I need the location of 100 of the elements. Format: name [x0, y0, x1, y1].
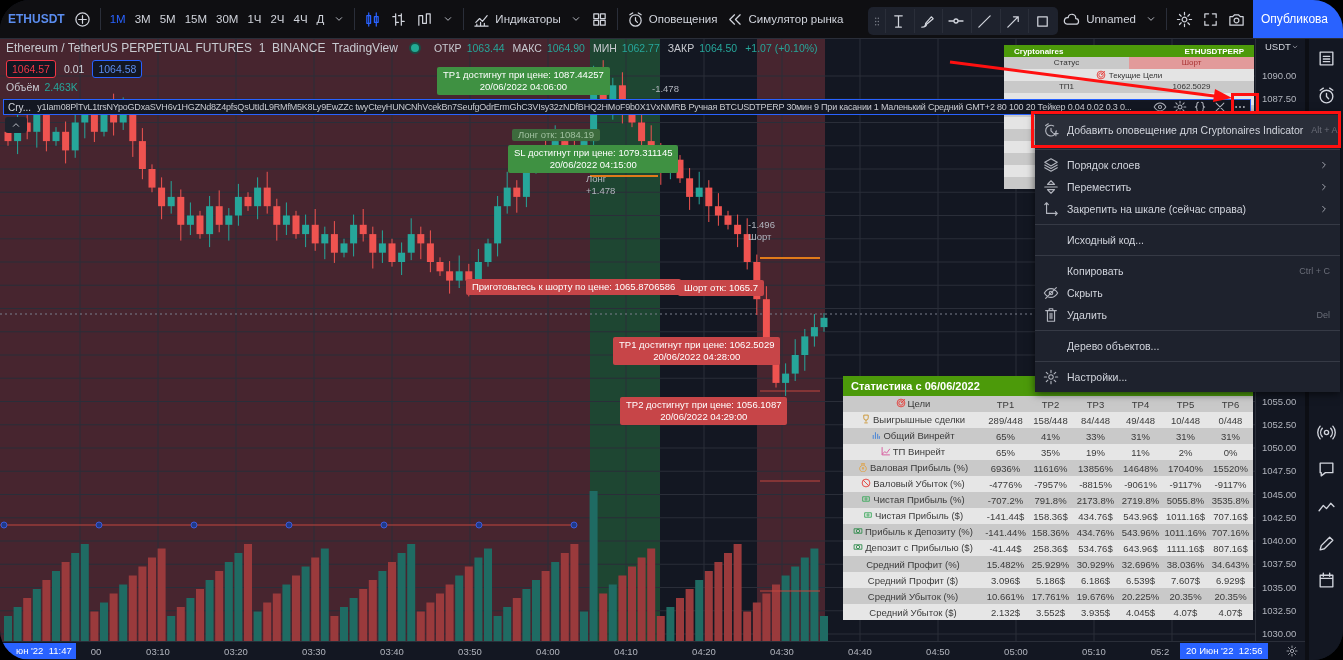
column-header: Цели: [907, 397, 931, 409]
table-cell: 1111.16$: [1163, 540, 1208, 556]
replay-button[interactable]: Симулятор рынка: [726, 10, 844, 28]
entry-line: [759, 257, 821, 259]
interval-tab[interactable]: 4Ч: [293, 13, 308, 25]
table-cell: 3535.8%: [1208, 492, 1253, 508]
buy-button[interactable]: 1064.58: [92, 60, 143, 78]
table-cell: 434.76%: [1073, 524, 1118, 540]
table-cell: 158/448: [1028, 412, 1073, 428]
table-cell: 6.186$: [1073, 572, 1118, 588]
menu-item[interactable]: Закрепить на шкале (сейчас справа): [1035, 198, 1340, 220]
fullscreen-icon[interactable]: [1202, 10, 1219, 28]
table-cell: 258.36$: [1028, 540, 1073, 556]
table-cell: 1011.16$: [1163, 508, 1208, 524]
calendar-icon[interactable]: [1316, 571, 1336, 590]
table-cell: -4776%: [983, 476, 1028, 492]
table-cell: 20.35%: [1163, 588, 1208, 604]
settings-icon[interactable]: [1173, 100, 1187, 114]
broadcast-icon[interactable]: [1316, 423, 1336, 442]
layout-name-button[interactable]: Unnamed: [1061, 10, 1136, 28]
banknote-icon: [853, 542, 864, 553]
table-cell: -41.44$: [983, 540, 1028, 556]
time-label: 04:50: [926, 646, 950, 657]
layout-grid-icon[interactable]: [590, 10, 608, 28]
table-cell: -9061%: [1118, 476, 1163, 492]
alarm-clock-icon[interactable]: [1316, 86, 1336, 105]
table-cell: 11%: [1118, 444, 1163, 460]
menu-item[interactable]: Исходный код...: [1035, 229, 1340, 251]
bar-chart-icon[interactable]: [390, 10, 408, 28]
add-symbol-icon[interactable]: [73, 10, 91, 28]
symbol-button[interactable]: ETHUSDT: [8, 12, 65, 26]
table-cell: 2719.8%: [1118, 492, 1163, 508]
interval-tab[interactable]: 2Ч: [270, 13, 285, 25]
interval-tab[interactable]: 30М: [216, 13, 239, 25]
menu-item[interactable]: Дерево объектов...: [1035, 335, 1340, 357]
row-label: Средний Профит (%): [866, 558, 960, 570]
eye-icon[interactable]: [1153, 100, 1167, 114]
close-icon[interactable]: [1213, 100, 1227, 114]
table-cell: 0/448: [1208, 412, 1253, 428]
no-entry-icon: [861, 478, 872, 489]
price-label: 1032.50: [1262, 604, 1297, 616]
alerts-button[interactable]: Оповещения: [626, 10, 718, 28]
table-symbol: ETHUSDTPERP: [1184, 46, 1244, 56]
watchlist-icon[interactable]: [1316, 49, 1336, 68]
table-cell: -9117%: [1163, 476, 1208, 492]
scale-pin-icon: [1043, 201, 1059, 217]
interval-tab[interactable]: 15М: [184, 13, 207, 25]
time-label: 05:00: [1004, 646, 1028, 657]
interval-tab[interactable]: Д: [316, 13, 325, 25]
table-cell: 2173.8%: [1073, 492, 1118, 508]
signal-label: TP1 достигнут при цене: 1062.5029 20/06/2022 04:28:00: [613, 337, 781, 365]
settings-icon[interactable]: [1286, 645, 1298, 657]
indicator-settings-text: y1Iam08PlTvL1trsNYpoGDxaSVH6v1HGZNd8Z4pfsQsUtIdL9RMfM5K8Ly9EwZZc twyCteyHUNCNhVcekBn7SeufgOdrErmGhC3VIsy32zNDfBHQ2HMoF9b0X1VxNMRB Ручная BTCUSDTPERP 30мин 9 При касании 1 Маленький Средний GMT+2 80 100 20 Тейкер 0.04 0.02 0.3 0...: [37, 102, 1133, 112]
indicators-button[interactable]: Индикаторы: [473, 10, 561, 28]
chat-icon[interactable]: [1316, 460, 1336, 479]
interval-tab[interactable]: 3М: [134, 13, 151, 25]
settings-icon: [1043, 369, 1059, 385]
ohlc-label: МАКС: [512, 42, 542, 54]
ohlc-label: МИН: [592, 42, 617, 54]
table-cell: 6.539$: [1118, 572, 1163, 588]
menu-item[interactable]: Порядок слоев: [1035, 154, 1340, 176]
time-badge: 20 Июн '22 12:56: [1180, 643, 1269, 659]
price-label: 1050.00: [1262, 442, 1297, 453]
candlestick-icon[interactable]: [364, 10, 382, 28]
price-label: 1090.00: [1262, 70, 1297, 81]
target-icon: [1095, 70, 1106, 80]
table-cell: 707.16$: [1208, 508, 1253, 524]
table-cell: 6936%: [983, 460, 1028, 476]
publish-button[interactable]: Опубликова: [1253, 0, 1343, 38]
currency-selector[interactable]: USDT: [1265, 41, 1299, 52]
trophy-icon: [861, 414, 872, 425]
table-cell: -141.44$: [983, 508, 1028, 524]
interval-tab[interactable]: 1М: [109, 13, 126, 25]
money-icon: [861, 494, 872, 505]
menu-item[interactable]: Удалить Del: [1035, 304, 1340, 326]
table-cell: 19.676%: [1073, 588, 1118, 604]
keyboard-shortcut: Ctrl + C: [1299, 266, 1330, 276]
source-code-icon[interactable]: [1193, 100, 1207, 114]
line-chart-icon[interactable]: [416, 10, 434, 28]
price-label: 1035.00: [1262, 581, 1297, 593]
time-label: 03:40: [380, 646, 404, 657]
ohlc-label: ЗАКР: [667, 42, 695, 54]
interval-tab[interactable]: 1Ч: [247, 13, 262, 25]
signal-label: Приготовьтесь к шорту по цене: 1065.8706586: [466, 279, 682, 295]
signal-label: Лонг отк: 1084.19: [512, 129, 601, 141]
column-header: TP2: [1028, 396, 1073, 412]
menu-item[interactable]: Переместить: [1035, 176, 1340, 198]
menu-item[interactable]: Скрыть: [1035, 282, 1340, 304]
menu-item[interactable]: Копировать Ctrl + C: [1035, 260, 1340, 282]
time-label: 05:2: [1150, 646, 1170, 657]
interval-tab[interactable]: 5М: [159, 13, 176, 25]
row-label: Депозит с Прибылью ($): [865, 541, 973, 553]
table-cell: 35%: [1028, 444, 1073, 460]
settings-icon[interactable]: [1176, 10, 1193, 28]
time-label: 03:50: [458, 646, 482, 657]
table-cell: -7957%: [1028, 476, 1073, 492]
table-cell: 65%: [983, 444, 1028, 460]
price-label: 1045.00: [1262, 488, 1297, 500]
indicator-name: Cry...: [8, 101, 32, 113]
sell-button[interactable]: 1064.57: [6, 60, 56, 78]
